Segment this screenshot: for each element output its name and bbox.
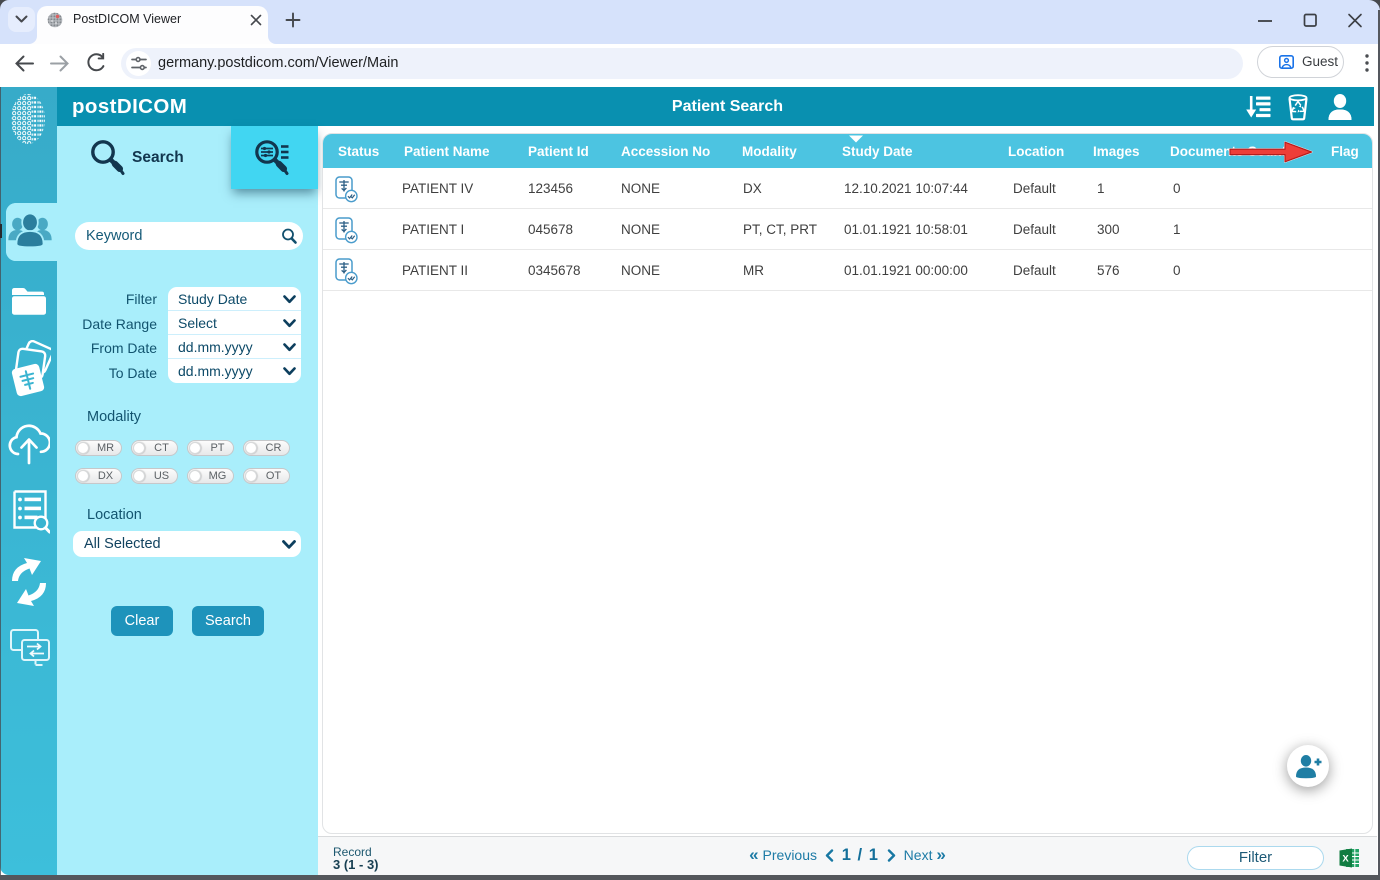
svg-text:X: X — [1342, 854, 1349, 865]
